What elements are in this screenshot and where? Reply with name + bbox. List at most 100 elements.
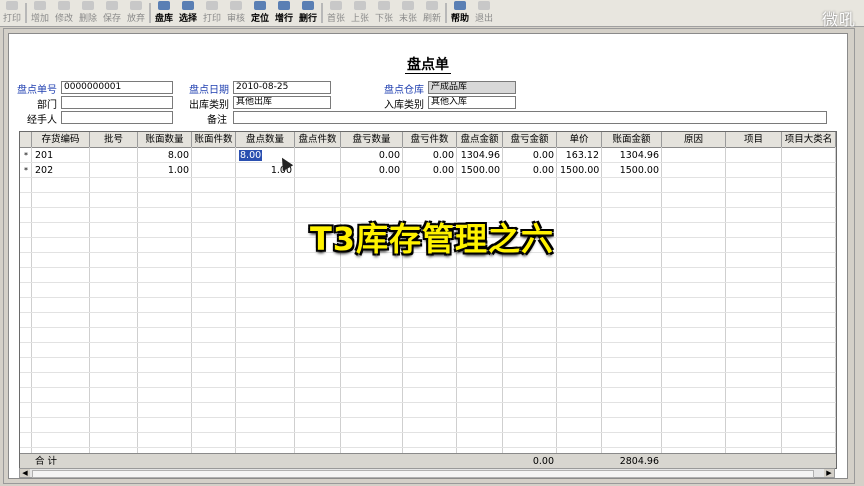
column-header-count_qty[interactable]: 盘点数量 <box>236 132 295 147</box>
stocktake-grid[interactable]: 存货编码 批号 账面数量 账面件数 盘点数量 盘点件数 盘亏数量 盘亏件数 盘点金额 盘亏金额 单价… <box>19 131 837 469</box>
toolbar-button-label: 盘库 <box>154 14 173 24</box>
cell-count_amt[interactable]: 1304.96 <box>457 148 503 163</box>
cell-book_qty[interactable]: 8.00 <box>138 148 192 163</box>
toolbar-button-14[interactable]: 上张 <box>348 0 372 26</box>
in-type-field[interactable]: 其他入库 <box>428 96 516 109</box>
toolbar-button-label: 退出 <box>474 14 493 24</box>
out-type-field[interactable]: 其他出库 <box>233 96 331 109</box>
toolbar-button-label: 删除 <box>78 14 97 24</box>
scroll-right-icon[interactable]: ▶ <box>824 469 834 477</box>
toolbar-icon <box>106 1 118 10</box>
horizontal-scrollbar[interactable]: ◀ ▶ <box>19 468 835 478</box>
grid-line <box>20 267 836 268</box>
toolbar: 打印 增加 修改 删除 保存 放弃 盘库 选择 打印 审核 定位 增行 删行 首张 上张 下张 末张 刷新 帮助 退出 <box>0 0 864 27</box>
toolbar-button-0[interactable]: 打印 <box>0 0 24 26</box>
cell-reason[interactable] <box>662 163 726 178</box>
cell-price[interactable]: 163.12 <box>557 148 602 163</box>
handler-label: 经手人 <box>27 115 57 126</box>
toolbar-button-11[interactable]: 增行 <box>272 0 296 26</box>
toolbar-icon <box>158 1 170 10</box>
column-header-batch[interactable]: 批号 <box>90 132 138 147</box>
warehouse-field[interactable]: 产成品库 <box>428 81 516 94</box>
cell-loss_amt[interactable]: 0.00 <box>503 148 557 163</box>
toolbar-button-label: 保存 <box>102 14 121 24</box>
column-header-count_amt[interactable]: 盘点金额 <box>457 132 503 147</box>
handler-field[interactable] <box>61 111 173 124</box>
column-header-book_pcs[interactable]: 账面件数 <box>192 132 236 147</box>
cell-project[interactable] <box>726 163 782 178</box>
column-header-book_amt[interactable]: 账面金额 <box>602 132 662 147</box>
toolbar-button-17[interactable]: 刷新 <box>420 0 444 26</box>
column-header-loss_amt[interactable]: 盘亏金额 <box>503 132 557 147</box>
dept-label: 部门 <box>37 100 57 111</box>
toolbar-button-9[interactable]: 审核 <box>224 0 248 26</box>
column-header-project_class[interactable]: 项目大类名 <box>782 132 836 147</box>
toolbar-button-2[interactable]: 修改 <box>52 0 76 26</box>
cell-loss_pcs[interactable]: 0.00 <box>403 148 457 163</box>
toolbar-button-1[interactable]: 增加 <box>28 0 52 26</box>
overlay-caption: T3库存管理之六 <box>309 220 555 258</box>
toolbar-button-label: 审核 <box>226 14 245 24</box>
cell-loss_qty[interactable]: 0.00 <box>341 163 403 178</box>
toolbar-separator <box>445 3 447 23</box>
column-header-loss_qty[interactable]: 盘亏数量 <box>341 132 403 147</box>
column-header-loss_pcs[interactable]: 盘亏件数 <box>403 132 457 147</box>
cell-book_pcs[interactable] <box>192 148 236 163</box>
column-header-count_pcs[interactable]: 盘点件数 <box>295 132 341 147</box>
date-field[interactable]: 2010-08-25 <box>233 81 331 94</box>
cell-project_class[interactable] <box>782 148 836 163</box>
column-header-price[interactable]: 单价 <box>557 132 602 147</box>
column-header-reason[interactable]: 原因 <box>662 132 726 147</box>
toolbar-icon <box>454 1 466 10</box>
toolbar-button-15[interactable]: 下张 <box>372 0 396 26</box>
column-header-code[interactable]: 存货编码 <box>32 132 90 147</box>
grid-line <box>20 372 836 373</box>
scroll-left-icon[interactable]: ◀ <box>20 469 30 477</box>
grid-line <box>20 417 836 418</box>
cell-loss_amt[interactable]: 0.00 <box>503 163 557 178</box>
cell-code[interactable]: 202 <box>32 163 90 178</box>
toolbar-button-label: 首张 <box>326 14 345 24</box>
cell-loss_qty[interactable]: 0.00 <box>341 148 403 163</box>
cell-batch[interactable] <box>90 163 138 178</box>
toolbar-button-3[interactable]: 删除 <box>76 0 100 26</box>
cell-reason[interactable] <box>662 148 726 163</box>
cell-book_pcs[interactable] <box>192 163 236 178</box>
toolbar-button-12[interactable]: 删行 <box>296 0 320 26</box>
toolbar-button-6[interactable]: 盘库 <box>152 0 176 26</box>
cell-book_amt[interactable]: 1500.00 <box>602 163 662 178</box>
in-type-label: 入库类别 <box>384 100 424 111</box>
cell-book_amt[interactable]: 1304.96 <box>602 148 662 163</box>
toolbar-button-8[interactable]: 打印 <box>200 0 224 26</box>
toolbar-button-10[interactable]: 定位 <box>248 0 272 26</box>
cell-book_qty[interactable]: 1.00 <box>138 163 192 178</box>
header-corner <box>20 132 32 147</box>
cell-count_amt[interactable]: 1500.00 <box>457 163 503 178</box>
remark-field[interactable] <box>233 111 827 124</box>
cell-price[interactable]: 1500.00 <box>557 163 602 178</box>
cell-code[interactable]: 201 <box>32 148 90 163</box>
column-header-project[interactable]: 项目 <box>726 132 782 147</box>
toolbar-button-4[interactable]: 保存 <box>100 0 124 26</box>
toolbar-button-13[interactable]: 首张 <box>324 0 348 26</box>
cell-project[interactable] <box>726 148 782 163</box>
toolbar-icon <box>478 1 490 10</box>
dept-field[interactable] <box>61 96 173 109</box>
toolbar-button-5[interactable]: 放弃 <box>124 0 148 26</box>
toolbar-button-label: 下张 <box>374 14 393 24</box>
cell-count_pcs[interactable] <box>295 163 341 178</box>
toolbar-button-16[interactable]: 末张 <box>396 0 420 26</box>
toolbar-button-18[interactable]: 帮助 <box>448 0 472 26</box>
column-header-book_qty[interactable]: 账面数量 <box>138 132 192 147</box>
toolbar-button-19[interactable]: 退出 <box>472 0 496 26</box>
toolbar-button-label: 修改 <box>54 14 73 24</box>
cell-count_pcs[interactable] <box>295 148 341 163</box>
cell-project_class[interactable] <box>782 163 836 178</box>
doc-no-field[interactable]: 0000000001 <box>61 81 173 94</box>
cell-loss_pcs[interactable]: 0.00 <box>403 163 457 178</box>
grid-line <box>20 327 836 328</box>
toolbar-button-7[interactable]: 选择 <box>176 0 200 26</box>
scroll-thumb[interactable] <box>32 470 814 478</box>
toolbar-button-label: 帮助 <box>450 14 469 24</box>
cell-batch[interactable] <box>90 148 138 163</box>
